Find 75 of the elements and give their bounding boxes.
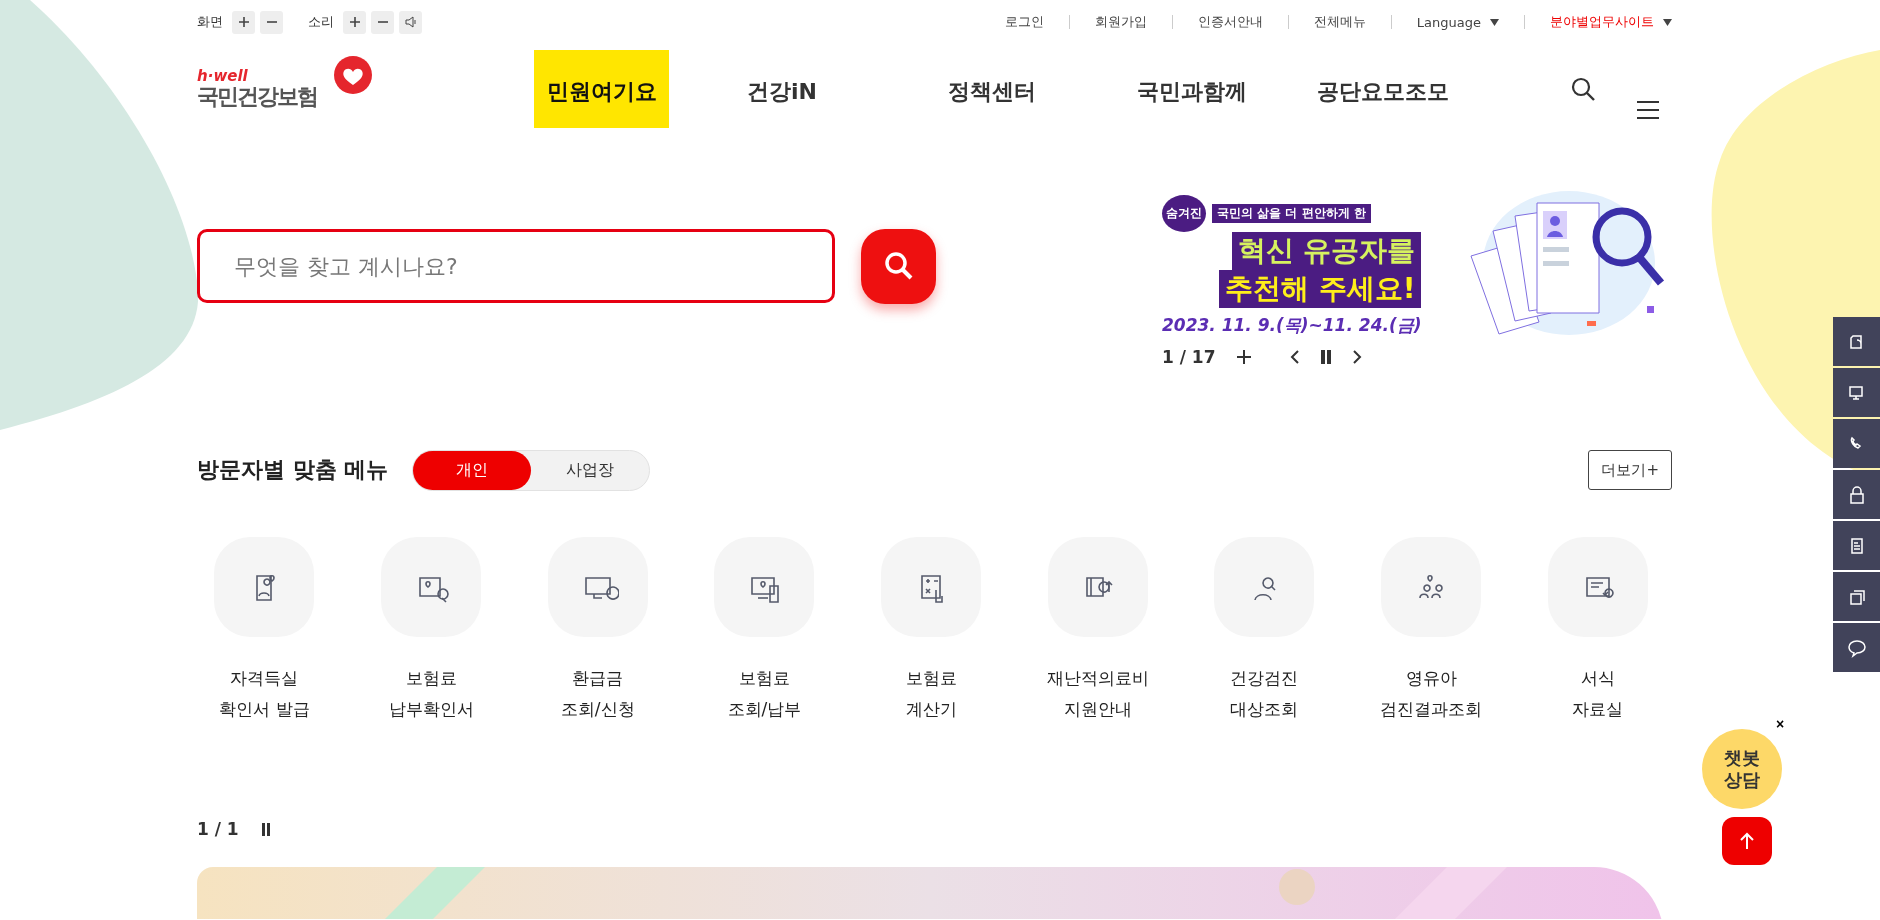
- plus-icon: [349, 17, 360, 27]
- logo-name: 국민건강보험: [197, 84, 318, 110]
- sound-label: 소리: [308, 13, 334, 31]
- menu-link[interactable]: 서식 자료실: [1572, 663, 1624, 725]
- menu-icon-tile[interactable]: [1547, 537, 1648, 637]
- caret-icon: [1490, 18, 1499, 26]
- nav-tab[interactable]: 민원여기요: [534, 50, 669, 128]
- utility-link[interactable]: 로그인: [1004, 13, 1044, 31]
- speaker-button[interactable]: [399, 10, 422, 34]
- quick-menu-button[interactable]: [1833, 470, 1880, 519]
- banner-dates: 2023. 11. 9.(목)~11. 24.(금): [1162, 314, 1422, 337]
- zoom-out-button[interactable]: [260, 10, 283, 34]
- quick-menu-button[interactable]: [1833, 572, 1880, 621]
- menu-link[interactable]: 보험료 계산기: [905, 663, 957, 725]
- quick-menu-button[interactable]: [1833, 623, 1880, 672]
- language-link[interactable]: Language: [1416, 14, 1481, 30]
- banner-badge: 숨겨진: [1162, 195, 1206, 232]
- menu-icon-tile[interactable]: [1047, 537, 1148, 637]
- menu-icon-tile[interactable]: [214, 537, 315, 637]
- search-icon: [882, 250, 915, 282]
- search-icon[interactable]: [1570, 76, 1596, 102]
- banner-title: 추천해 주세요!: [1218, 270, 1422, 308]
- visitor-tab[interactable]: 사업장: [531, 450, 650, 490]
- menu-icon-tile[interactable]: [1381, 537, 1482, 637]
- menu-link[interactable]: 환급금 조회/신청: [560, 663, 635, 725]
- menu-icon-tile[interactable]: [714, 537, 815, 637]
- zoom-in-button[interactable]: [232, 10, 255, 34]
- menu-icon-tile[interactable]: [547, 537, 648, 637]
- menu-link[interactable]: 보험료 조회/납부: [727, 663, 802, 725]
- nav-tab[interactable]: 공단요모조모: [1305, 50, 1461, 128]
- menu-icon-tile[interactable]: [1214, 537, 1315, 637]
- more-button[interactable]: 더보기+: [1588, 450, 1672, 490]
- slide-counter: 1 / 1: [197, 819, 239, 839]
- logo-tagline: h·well: [197, 68, 249, 84]
- plus-icon[interactable]: [1235, 349, 1252, 365]
- volume-down-button[interactable]: [371, 10, 394, 34]
- utility-link[interactable]: 인증서안내: [1197, 13, 1263, 31]
- search-button[interactable]: [861, 228, 936, 304]
- nav-tab[interactable]: 건강iN: [714, 50, 850, 128]
- menu-link[interactable]: 영유아 검진결과조회: [1380, 663, 1483, 725]
- banner-subtitle: 국민의 삶을 더 편안하게 한: [1212, 204, 1371, 223]
- scroll-top-button[interactable]: [1722, 817, 1772, 865]
- site-link[interactable]: 분야별업무사이트: [1550, 13, 1654, 31]
- nav-tab[interactable]: 정책센터: [924, 50, 1060, 128]
- pause-icon[interactable]: [1319, 350, 1332, 364]
- previous-icon[interactable]: [1289, 349, 1300, 365]
- caret-icon: [1663, 18, 1672, 26]
- pause-icon[interactable]: [260, 822, 271, 836]
- menu-link[interactable]: 보험료 납부확인서: [388, 663, 474, 725]
- plus-icon: [238, 17, 249, 27]
- speaker-icon: [404, 16, 417, 28]
- banner-title: 혁신 유공자를: [1231, 232, 1422, 270]
- quick-menu-button[interactable]: [1833, 368, 1880, 417]
- search-field[interactable]: 무엇을 찾고 계시나요?: [197, 229, 835, 303]
- menu-icon[interactable]: [1636, 100, 1660, 120]
- utility-link[interactable]: 전체메뉴: [1313, 13, 1366, 31]
- menu-link[interactable]: 재난적의료비 지원안내: [1046, 663, 1149, 725]
- volume-up-button[interactable]: [343, 10, 366, 34]
- menu-link[interactable]: 자격득실 확인서 발급: [219, 663, 310, 725]
- chatbot-button[interactable]: 챗봇 상담: [1702, 729, 1782, 809]
- quick-menu-button[interactable]: [1833, 521, 1880, 570]
- utility-link[interactable]: 회원가입: [1094, 13, 1147, 31]
- menu-icon-tile[interactable]: [881, 537, 982, 637]
- nav-tab[interactable]: 국민과함께: [1124, 50, 1260, 128]
- screen-size-label: 화면: [197, 13, 223, 31]
- arrow-up-icon: [1739, 832, 1755, 850]
- section-title: 방문자별 맞춤 메뉴: [197, 456, 389, 484]
- quick-menu-button[interactable]: [1833, 317, 1880, 366]
- quick-menu-button[interactable]: [1833, 419, 1880, 468]
- next-icon[interactable]: [1351, 349, 1362, 365]
- slide-counter: 1 / 17: [1162, 347, 1216, 367]
- visitor-tab[interactable]: 개인: [413, 450, 532, 490]
- menu-icon-tile[interactable]: [381, 537, 482, 637]
- menu-link[interactable]: 건강검진 대상조회: [1230, 663, 1299, 725]
- close-button[interactable]: ×: [1776, 717, 1785, 731]
